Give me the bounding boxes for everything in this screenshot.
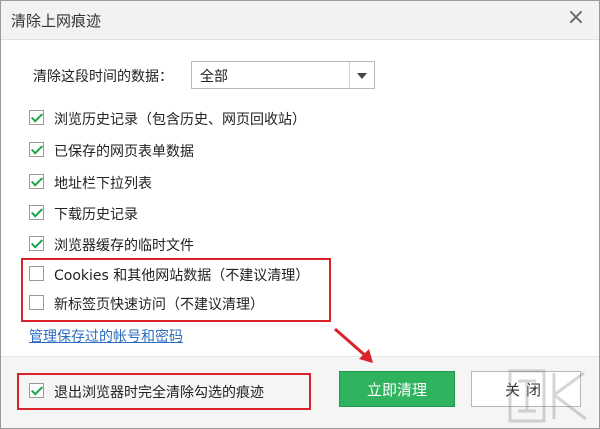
title-bar: 清除上网痕迹 × — [1, 1, 599, 40]
checkbox-browsing-history[interactable] — [29, 110, 44, 125]
option-label: 地址栏下拉列表 — [54, 176, 152, 192]
option-label: 浏览器缓存的临时文件 — [54, 238, 194, 254]
checkbox-cookies[interactable] — [29, 266, 44, 281]
option-label: Cookies 和其他网站数据（不建议清理） — [54, 268, 310, 284]
close-icon[interactable]: × — [563, 5, 589, 31]
option-label: 浏览历史记录（包含历史、网页回收站） — [54, 112, 306, 128]
time-range-value: 全部 — [200, 69, 228, 85]
annotation-arrow-icon — [334, 327, 373, 363]
option-label: 已保存的网页表单数据 — [54, 144, 194, 160]
checkbox-address-bar[interactable] — [29, 174, 44, 189]
option-label: 下载历史记录 — [54, 207, 138, 223]
checkbox-form-data[interactable] — [29, 142, 44, 157]
option-label: 退出浏览器时完全清除勾选的痕迹 — [54, 385, 264, 401]
option-label: 新标签页快速访问（不建议清理） — [54, 297, 264, 313]
time-range-label: 清除这段时间的数据： — [33, 69, 173, 85]
checkbox-exit-clear[interactable] — [29, 383, 44, 398]
checkbox-cache[interactable] — [29, 236, 44, 251]
dialog-title: 清除上网痕迹 — [11, 12, 102, 30]
time-range-select[interactable]: 全部 — [191, 61, 375, 89]
clear-now-button[interactable]: 立即清理 — [339, 371, 455, 407]
close-button[interactable]: 关闭 — [471, 371, 581, 407]
chevron-down-icon[interactable] — [349, 62, 374, 88]
checkbox-new-tab-quick-access[interactable] — [29, 295, 44, 310]
manage-passwords-link[interactable]: 管理保存过的帐号和密码 — [29, 326, 183, 346]
checkbox-download-history[interactable] — [29, 205, 44, 220]
clear-traces-dialog: 清除上网痕迹 × 清除这段时间的数据： 全部 浏览历史记录（包含历史、网页回收站… — [0, 0, 600, 429]
